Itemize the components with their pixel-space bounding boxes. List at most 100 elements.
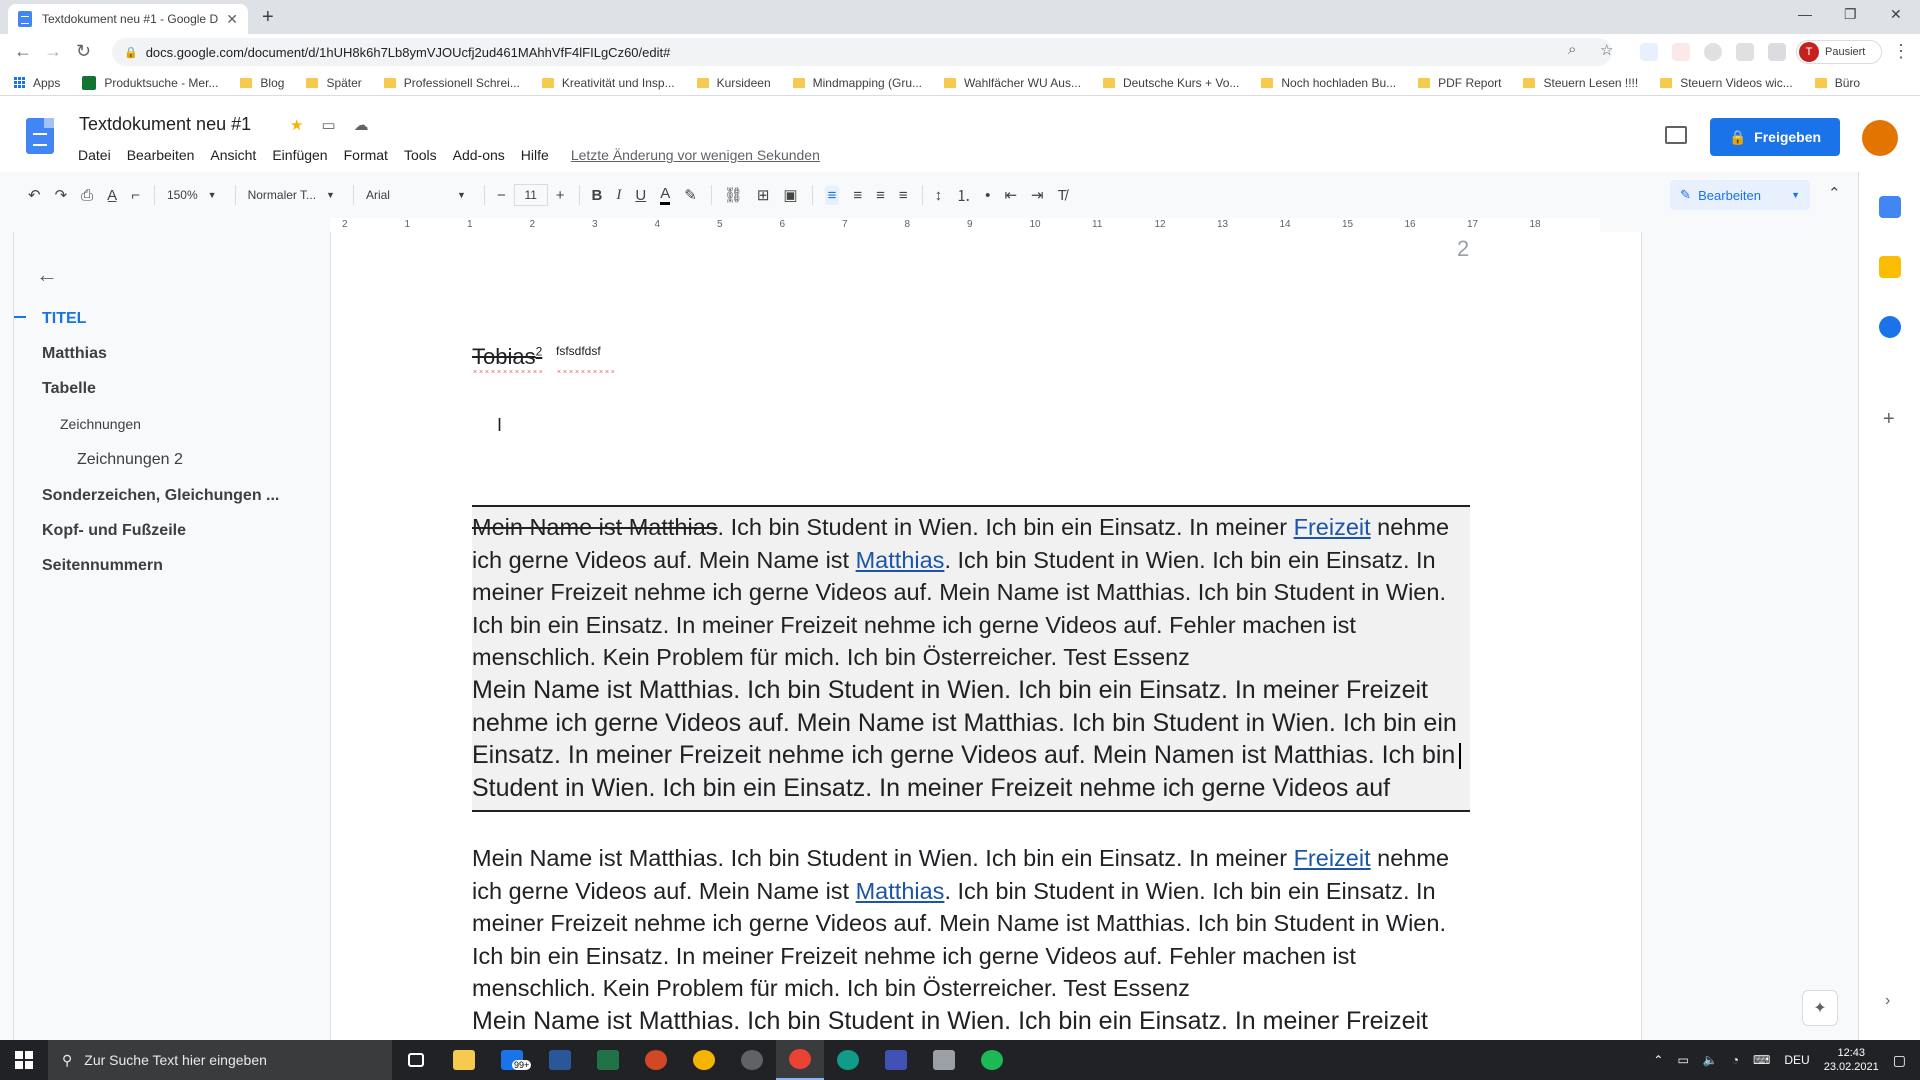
bookmark-item[interactable]: Deutsche Kurs + Vo...: [1102, 76, 1239, 90]
menu-ansicht[interactable]: Ansicht: [210, 147, 256, 163]
decrease-font-size-icon[interactable]: −: [497, 187, 506, 204]
font-size-input[interactable]: 11: [513, 184, 548, 206]
file-explorer-icon[interactable]: [440, 1040, 488, 1080]
last-edit-link[interactable]: Letzte Änderung vor wenigen Sekunden: [571, 147, 820, 163]
restore-icon[interactable]: ❐: [1844, 6, 1857, 23]
bookmark-apps[interactable]: Apps: [14, 76, 60, 90]
url-bar[interactable]: 🔒 docs.google.com/document/d/1hUH8k6h7Lb…: [112, 38, 1612, 66]
close-outline-icon[interactable]: ←: [36, 262, 58, 288]
insert-image-icon[interactable]: ▣: [783, 186, 797, 204]
bookmark-item[interactable]: Mindmapping (Gru...: [792, 76, 922, 90]
outline-item[interactable]: Tabelle: [42, 380, 96, 398]
collapse-menus-icon[interactable]: ⌃: [1828, 184, 1841, 202]
extension-icon[interactable]: [1736, 43, 1754, 61]
browser-menu-icon[interactable]: ⋮: [1892, 41, 1910, 62]
link-icon[interactable]: ⛓: [724, 186, 743, 204]
document-page[interactable]: 2 Tobias2 fsfsdfdsf I Mein Name ist Matt…: [330, 232, 1642, 1040]
spellcheck-icon[interactable]: A̲: [107, 187, 117, 204]
highlight-icon[interactable]: ✎: [684, 186, 697, 204]
paragraph[interactable]: Mein Name ist Matthias. Ich bin Student …: [472, 1005, 1472, 1038]
minimize-icon[interactable]: —: [1798, 6, 1812, 22]
paragraph[interactable]: Mein Name ist Matthias. Ich bin Student …: [472, 842, 1472, 1005]
bookmark-item[interactable]: Steuern Videos wic...: [1660, 76, 1793, 90]
keep-icon[interactable]: [1879, 256, 1901, 278]
text-color-icon[interactable]: A: [660, 185, 671, 205]
bookmark-item[interactable]: Professionell Schrei...: [383, 76, 520, 90]
print-icon[interactable]: ⎙: [81, 187, 93, 204]
explore-icon[interactable]: ✦: [1802, 990, 1838, 1026]
powerpoint-icon[interactable]: [632, 1040, 680, 1080]
cloud-status-icon[interactable]: ☁: [354, 116, 369, 134]
bookmark-item[interactable]: Kreativität und Insp...: [541, 76, 675, 90]
paragraph[interactable]: Mein Name ist Matthias. Ich bin Student …: [472, 511, 1472, 674]
menu-einfügen[interactable]: Einfügen: [272, 147, 327, 163]
app-icon[interactable]: [920, 1040, 968, 1080]
browser-tab[interactable]: Textdokument neu #1 - Google D ✕: [8, 4, 248, 34]
close-tab-icon[interactable]: ✕: [226, 11, 238, 28]
undo-icon[interactable]: ↶: [28, 186, 41, 204]
add-comment-icon[interactable]: ⊞: [757, 186, 770, 204]
heading-text[interactable]: Tobias2: [472, 344, 542, 370]
bookmark-star-icon[interactable]: ☆: [1600, 41, 1613, 59]
comment-history-icon[interactable]: [1665, 126, 1687, 144]
bulleted-list-icon[interactable]: •: [985, 187, 990, 204]
extension-icon[interactable]: [1672, 43, 1690, 61]
bookmark-item[interactable]: Später: [306, 76, 362, 90]
calendar-icon[interactable]: [1879, 196, 1901, 218]
reload-icon[interactable]: ↻: [76, 41, 91, 62]
forward-icon[interactable]: →: [44, 41, 62, 62]
bold-icon[interactable]: B: [592, 187, 603, 204]
outline-item[interactable]: TITEL: [42, 310, 86, 328]
app-icon[interactable]: [728, 1040, 776, 1080]
bookmark-item[interactable]: PDF Report: [1418, 76, 1501, 90]
extension-icon[interactable]: [1704, 43, 1722, 61]
horizontal-ruler[interactable]: 2 1 1 2 3 4 5 6 7 8 9 10 11 12 13 14 15 16 17 18: [0, 218, 1858, 232]
clock[interactable]: 12:43 23.02.2021: [1824, 1046, 1879, 1074]
share-button[interactable]: 🔒 Freigeben: [1710, 118, 1840, 156]
increase-indent-icon[interactable]: ⇥: [1031, 186, 1044, 204]
menu-bearbeiten[interactable]: Bearbeiten: [127, 147, 195, 163]
profile-button[interactable]: T Pausiert: [1796, 40, 1882, 64]
clear-formatting-icon[interactable]: T̸: [1058, 187, 1067, 204]
increase-font-size-icon[interactable]: +: [556, 187, 565, 204]
keyboard-icon[interactable]: ⌨: [1753, 1053, 1770, 1067]
zoom-select[interactable]: 150% ▼: [167, 188, 217, 202]
tray-chevron-icon[interactable]: ⌃: [1653, 1053, 1663, 1067]
bookmark-item[interactable]: Büro: [1814, 76, 1860, 90]
start-button[interactable]: [0, 1040, 48, 1080]
menu-datei[interactable]: Datei: [78, 147, 111, 163]
docs-logo-icon[interactable]: [26, 118, 54, 154]
outline-item[interactable]: Sonderzeichen, Gleichungen ...: [42, 487, 279, 505]
mail-icon[interactable]: 99+: [488, 1040, 536, 1080]
zoom-icon[interactable]: ⌕: [1568, 41, 1576, 58]
battery-icon[interactable]: ▭: [1677, 1053, 1688, 1067]
chrome-icon[interactable]: [776, 1040, 824, 1080]
outline-item[interactable]: Zeichnungen 2: [77, 451, 183, 469]
menu-addons[interactable]: Add-ons: [453, 147, 505, 163]
notifications-icon[interactable]: ▢: [1893, 1052, 1906, 1069]
redo-icon[interactable]: ↷: [55, 186, 68, 204]
align-justify-icon[interactable]: ≡: [899, 187, 908, 204]
bookmark-item[interactable]: Produktsuche - Mer...: [82, 75, 218, 90]
paragraph[interactable]: Mein Name ist Matthias. Ich bin Student …: [472, 674, 1472, 804]
move-folder-icon[interactable]: ▭: [321, 116, 335, 134]
paint-format-icon[interactable]: ⌐: [131, 187, 140, 204]
excel-icon[interactable]: [584, 1040, 632, 1080]
edge-icon[interactable]: [824, 1040, 872, 1080]
word-icon[interactable]: [536, 1040, 584, 1080]
align-right-icon[interactable]: ≡: [876, 187, 885, 204]
extensions-puzzle-icon[interactable]: [1768, 43, 1786, 61]
underline-icon[interactable]: U: [635, 187, 646, 204]
expand-panel-icon[interactable]: ›: [1885, 992, 1890, 1010]
vertical-ruler[interactable]: [0, 232, 14, 1040]
menu-hilfe[interactable]: Hilfe: [521, 147, 549, 163]
align-center-icon[interactable]: ≡: [853, 187, 862, 204]
back-icon[interactable]: ←: [14, 41, 32, 62]
spotify-icon[interactable]: [968, 1040, 1016, 1080]
document-title[interactable]: Textdokument neu #1: [79, 114, 251, 135]
outline-item[interactable]: Kopf- und Fußzeile: [42, 522, 186, 540]
style-select[interactable]: Normaler T... ▼: [248, 188, 335, 202]
tasks-icon[interactable]: [1879, 316, 1901, 338]
link-matthias[interactable]: Matthias: [856, 547, 945, 573]
language-indicator[interactable]: DEU: [1784, 1053, 1809, 1067]
